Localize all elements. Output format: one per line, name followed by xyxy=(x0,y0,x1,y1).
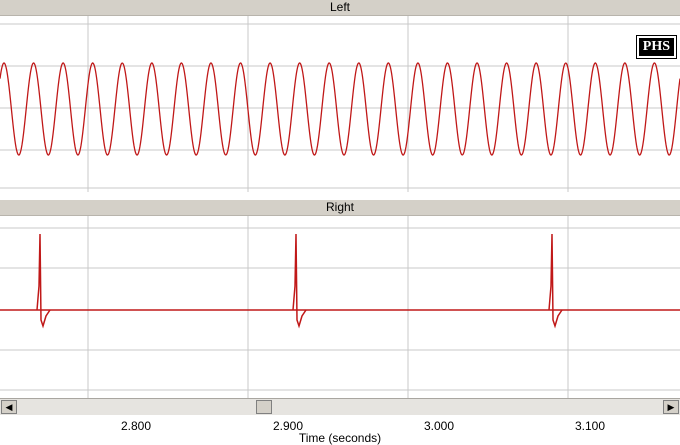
phs-logo: PHS xyxy=(635,35,678,59)
left-channel-title: Left xyxy=(329,0,350,14)
right-spike xyxy=(292,233,307,329)
horizontal-scrollbar[interactable]: ◀ ▶ xyxy=(0,398,680,416)
right-channel-header: Right xyxy=(0,200,680,216)
right-channel-plot[interactable] xyxy=(0,216,680,398)
left-sine-waveform xyxy=(0,62,680,156)
right-spike xyxy=(36,233,51,329)
scroll-left-button[interactable]: ◀ xyxy=(1,400,17,414)
right-spike xyxy=(548,233,563,329)
left-channel-plot[interactable]: PHS xyxy=(0,16,680,192)
time-axis: 2.800 2.900 3.000 3.100 Time (seconds) xyxy=(0,415,680,445)
right-channel-title: Right xyxy=(325,200,354,214)
left-channel-header: Left xyxy=(0,0,680,16)
right-waveform-svg xyxy=(0,216,680,398)
scrollbar-thumb[interactable] xyxy=(256,400,272,414)
channel-separator xyxy=(0,192,680,200)
left-waveform-svg xyxy=(0,16,680,192)
scroll-right-button[interactable]: ▶ xyxy=(663,400,679,414)
